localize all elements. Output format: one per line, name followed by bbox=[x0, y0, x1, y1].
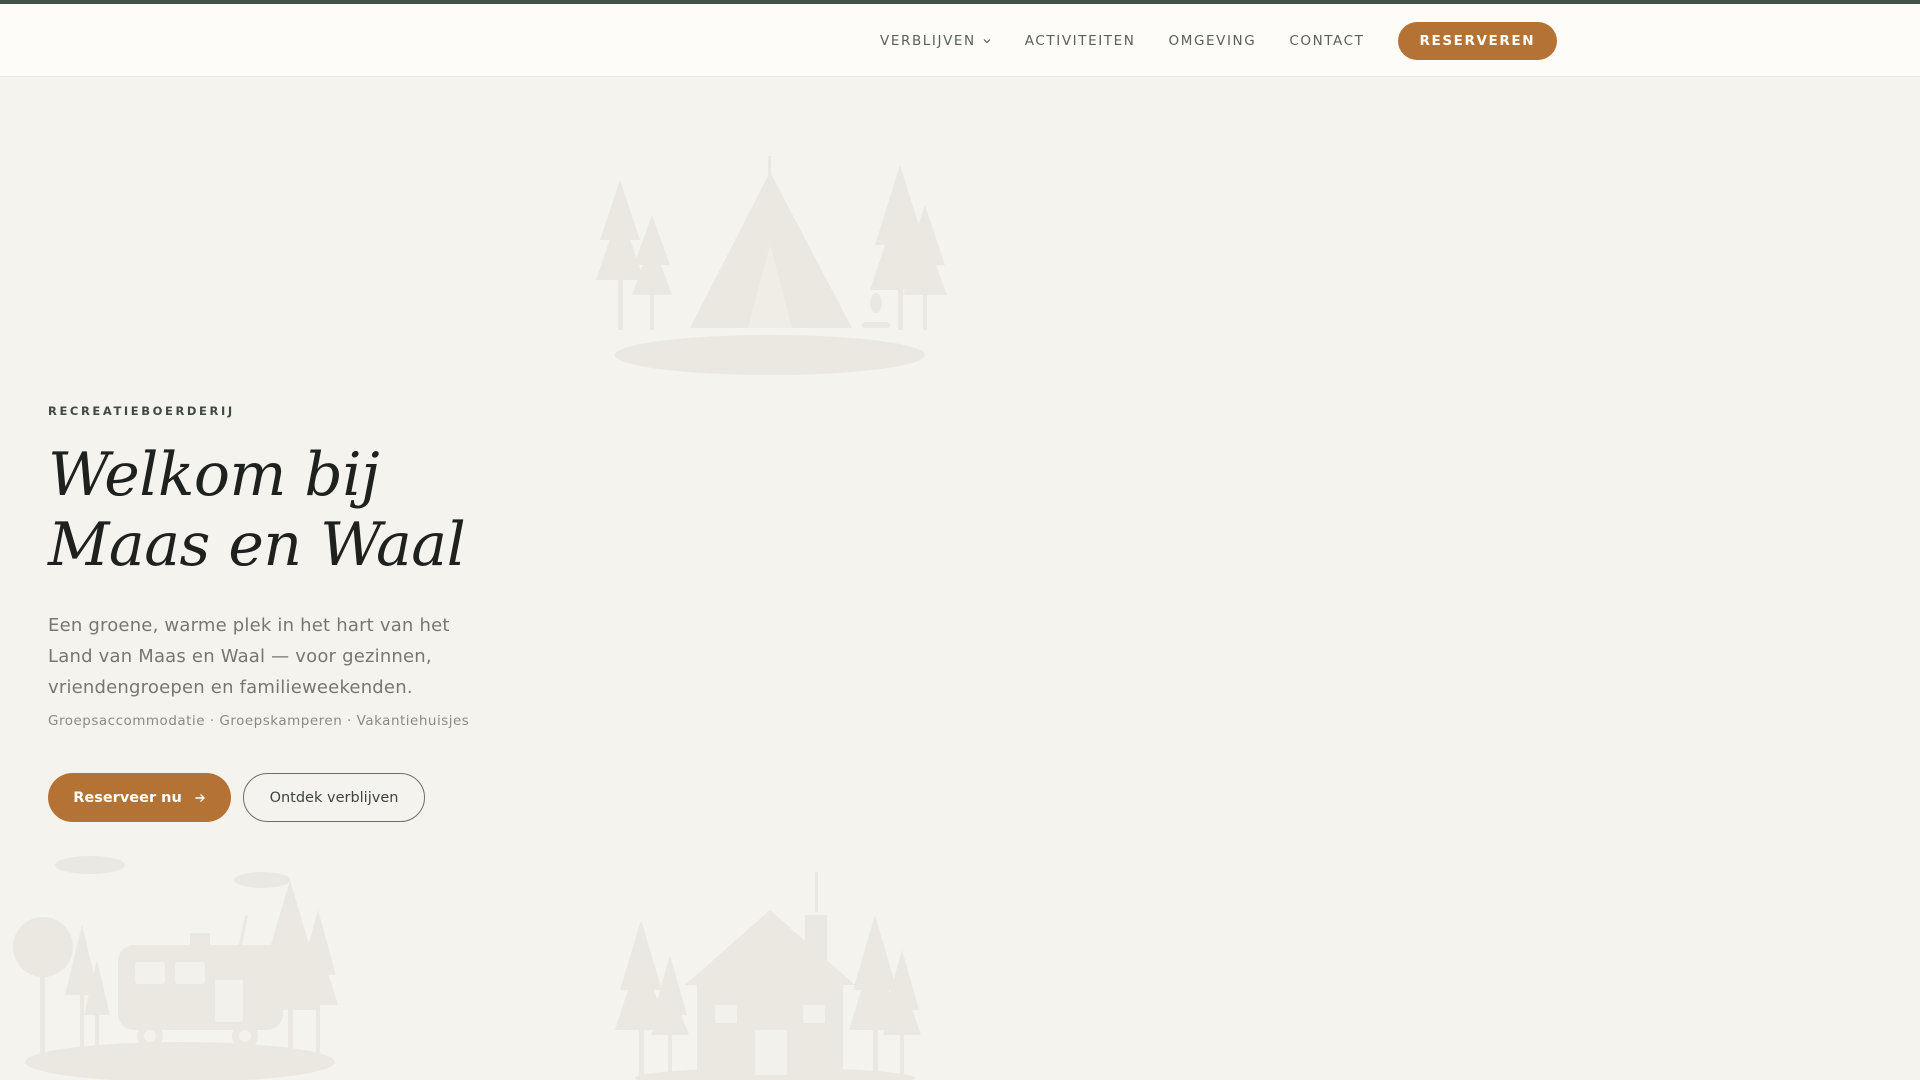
arrow-right-icon bbox=[195, 793, 205, 802]
nav-item-label: CONTACT bbox=[1289, 32, 1365, 49]
nav-item-label: OMGEVING bbox=[1168, 32, 1257, 49]
nav-item-label: ACTIVITEITEN bbox=[1024, 32, 1136, 49]
hero-title-line-2: Maas en Waal bbox=[48, 510, 466, 580]
ontdek-verblijven-button[interactable]: Ontdek verblijven bbox=[243, 773, 425, 822]
main-nav: VERBLIJVEN ACTIVITEITEN OMGEVING CONTACT… bbox=[880, 4, 1558, 77]
nav-item-label: VERBLIJVEN bbox=[880, 32, 976, 49]
button-label: Ontdek verblijven bbox=[269, 789, 399, 806]
reserveer-nu-button[interactable]: Reserveer nu bbox=[48, 773, 231, 822]
cabin-illustration bbox=[615, 872, 921, 1080]
hero-tags: Groepsaccommodatie · Groepskamperen · Va… bbox=[48, 713, 470, 729]
caravan-illustration bbox=[13, 856, 338, 1080]
hero-description: Een groene, warme plek in het hart van h… bbox=[48, 615, 450, 698]
nav-item-verblijven[interactable]: VERBLIJVEN bbox=[880, 33, 992, 49]
chevron-down-icon bbox=[983, 38, 991, 43]
hero-title-line-1: Welkom bij bbox=[48, 440, 380, 510]
hero-title: Welkom bij Maas en Waal bbox=[48, 440, 568, 580]
tent-illustration bbox=[596, 156, 947, 375]
reserveren-button[interactable]: RESERVEREN bbox=[1397, 21, 1558, 60]
site-header: VERBLIJVEN ACTIVITEITEN OMGEVING CONTACT… bbox=[0, 4, 1920, 77]
nav-item-contact[interactable]: CONTACT bbox=[1289, 33, 1364, 49]
hero-eyebrow: RECREATIEBOERDERIJ bbox=[48, 404, 235, 418]
nav-item-activiteiten[interactable]: ACTIVITEITEN bbox=[1025, 33, 1136, 49]
button-label: Reserveer nu bbox=[73, 789, 182, 806]
nav-item-omgeving[interactable]: OMGEVING bbox=[1168, 33, 1256, 49]
